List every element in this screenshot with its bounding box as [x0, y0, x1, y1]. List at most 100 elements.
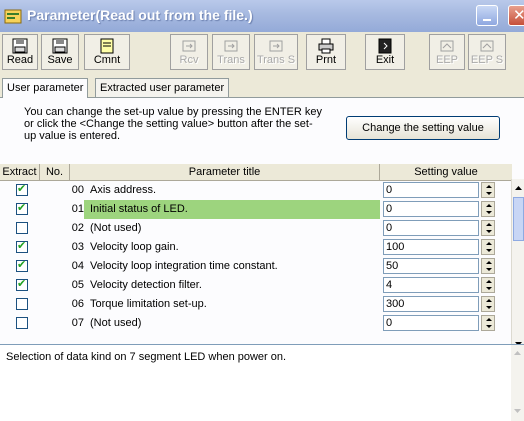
extract-checkbox[interactable] [16, 258, 28, 272]
tab-strip: User parameter Extracted user parameter [0, 78, 524, 98]
setting-value-input[interactable]: 0 [383, 182, 479, 198]
trans-s-label: Trans S [256, 54, 296, 66]
param-title: Velocity detection filter. [90, 279, 202, 291]
setting-value-input[interactable]: 50 [383, 258, 479, 274]
column-header-no[interactable]: No. [40, 164, 70, 180]
extract-checkbox[interactable] [16, 182, 28, 196]
change-setting-button[interactable]: Change the setting value [346, 116, 500, 140]
eep-icon [440, 40, 454, 52]
minimize-button[interactable] [476, 5, 498, 26]
param-title: (Not used) [90, 222, 142, 234]
param-title: Velocity loop gain. [90, 241, 179, 253]
value-spinner[interactable] [481, 296, 495, 312]
transfer-icon [182, 40, 196, 52]
param-title: (Not used) [90, 317, 142, 329]
transfer-icon [269, 40, 283, 52]
eep-s-button[interactable]: EEP S [468, 34, 506, 70]
read-label: Read [6, 54, 34, 66]
window-title: Parameter(Read out from the file.) [27, 7, 253, 23]
param-number: 04 [71, 260, 84, 272]
close-button[interactable]: ✕ [508, 5, 524, 26]
title-bar[interactable]: Parameter(Read out from the file.) ✕ [0, 0, 524, 32]
value-spinner[interactable] [481, 182, 495, 198]
extract-checkbox[interactable] [16, 201, 28, 215]
extract-checkbox[interactable] [16, 277, 28, 291]
table-row[interactable]: 04 Velocity loop integration time consta… [0, 257, 512, 276]
scroll-up-icon[interactable] [512, 347, 523, 359]
param-number: 06 [71, 298, 84, 310]
scroll-down-icon[interactable] [512, 405, 523, 417]
setting-value-input[interactable]: 0 [383, 201, 479, 217]
setting-value-input[interactable]: 0 [383, 315, 479, 331]
toolbar: Read Save Cmnt Rcv Trans Trans S Prnt Ex… [0, 32, 524, 72]
param-title: Torque limitation set-up. [90, 298, 207, 310]
comment-label: Cmnt [93, 54, 121, 66]
tab-user-parameter[interactable]: User parameter [2, 78, 89, 98]
app-icon [4, 9, 22, 24]
eep-icon [480, 40, 494, 52]
column-header-extract[interactable]: Extract [0, 164, 40, 180]
disk-icon [12, 38, 28, 54]
value-spinner[interactable] [481, 220, 495, 236]
print-label: Prnt [315, 54, 337, 66]
exit-label: Exit [375, 54, 395, 66]
value-spinner[interactable] [481, 239, 495, 255]
description-box[interactable]: Selection of data kind on 7 segment LED … [0, 344, 524, 421]
trans-button[interactable]: Trans [212, 34, 250, 70]
description-scrollbar[interactable] [511, 345, 524, 421]
param-number: 00 [71, 184, 84, 196]
column-header-setting-value[interactable]: Setting value [380, 164, 512, 180]
setting-value-input[interactable]: 100 [383, 239, 479, 255]
param-title: Axis address. [90, 184, 157, 196]
trans-label: Trans [217, 54, 245, 66]
eep-button[interactable]: EEP [429, 34, 465, 70]
scroll-up-icon[interactable] [513, 181, 524, 195]
param-number: 05 [71, 279, 84, 291]
value-spinner[interactable] [481, 258, 495, 274]
close-icon: ✕ [513, 6, 524, 24]
tab-extracted-user-parameter[interactable]: Extracted user parameter [95, 78, 230, 97]
setting-value-input[interactable]: 4 [383, 277, 479, 293]
extract-checkbox[interactable] [16, 298, 28, 310]
extract-checkbox[interactable] [16, 317, 28, 329]
table-row[interactable]: 05 Velocity detection filter. 4 [0, 276, 512, 295]
table-row[interactable]: 06 Torque limitation set-up. 300 [0, 295, 512, 314]
trans-s-button[interactable]: Trans S [254, 34, 298, 70]
grid-header: Extract No. Parameter title Setting valu… [0, 164, 512, 181]
value-spinner[interactable] [481, 201, 495, 217]
save-label: Save [47, 54, 73, 66]
param-number: 03 [71, 241, 84, 253]
table-row[interactable]: 01 Initial status of LED. 0 [0, 200, 512, 219]
save-button[interactable]: Save [41, 34, 79, 70]
comment-button[interactable]: Cmnt [84, 34, 130, 70]
param-number: 07 [71, 317, 84, 329]
setting-value-input[interactable]: 0 [383, 220, 479, 236]
parameter-grid: 00 Axis address. 0 01 Initial status of … [0, 181, 512, 355]
read-button[interactable]: Read [2, 34, 38, 70]
value-spinner[interactable] [481, 277, 495, 293]
exit-button[interactable]: Exit [365, 34, 405, 70]
table-row[interactable]: 07 (Not used) 0 [0, 314, 512, 333]
column-header-title[interactable]: Parameter title [70, 164, 380, 180]
receive-button[interactable]: Rcv [170, 34, 208, 70]
table-row[interactable]: 03 Velocity loop gain. 100 [0, 238, 512, 257]
table-row[interactable]: 00 Axis address. 0 [0, 181, 512, 200]
table-row[interactable]: 02 (Not used) 0 [0, 219, 512, 238]
info-text: You can change the set-up value by press… [24, 106, 322, 142]
value-spinner[interactable] [481, 315, 495, 331]
extract-checkbox[interactable] [16, 239, 28, 253]
disk-icon [52, 38, 68, 54]
param-number: 02 [71, 222, 84, 234]
user-parameter-panel: You can change the set-up value by press… [0, 97, 524, 355]
transfer-icon [224, 40, 238, 52]
setting-value-input[interactable]: 300 [383, 296, 479, 312]
param-title: Velocity loop integration time constant. [90, 260, 278, 272]
scroll-thumb[interactable] [513, 197, 524, 241]
exit-icon [378, 38, 392, 54]
param-title: Initial status of LED. [84, 200, 380, 219]
eep-s-label: EEP S [470, 54, 504, 66]
receive-label: Rcv [179, 54, 199, 66]
extract-checkbox[interactable] [16, 222, 28, 234]
grid-scrollbar[interactable] [511, 179, 524, 355]
print-button[interactable]: Prnt [306, 34, 346, 70]
